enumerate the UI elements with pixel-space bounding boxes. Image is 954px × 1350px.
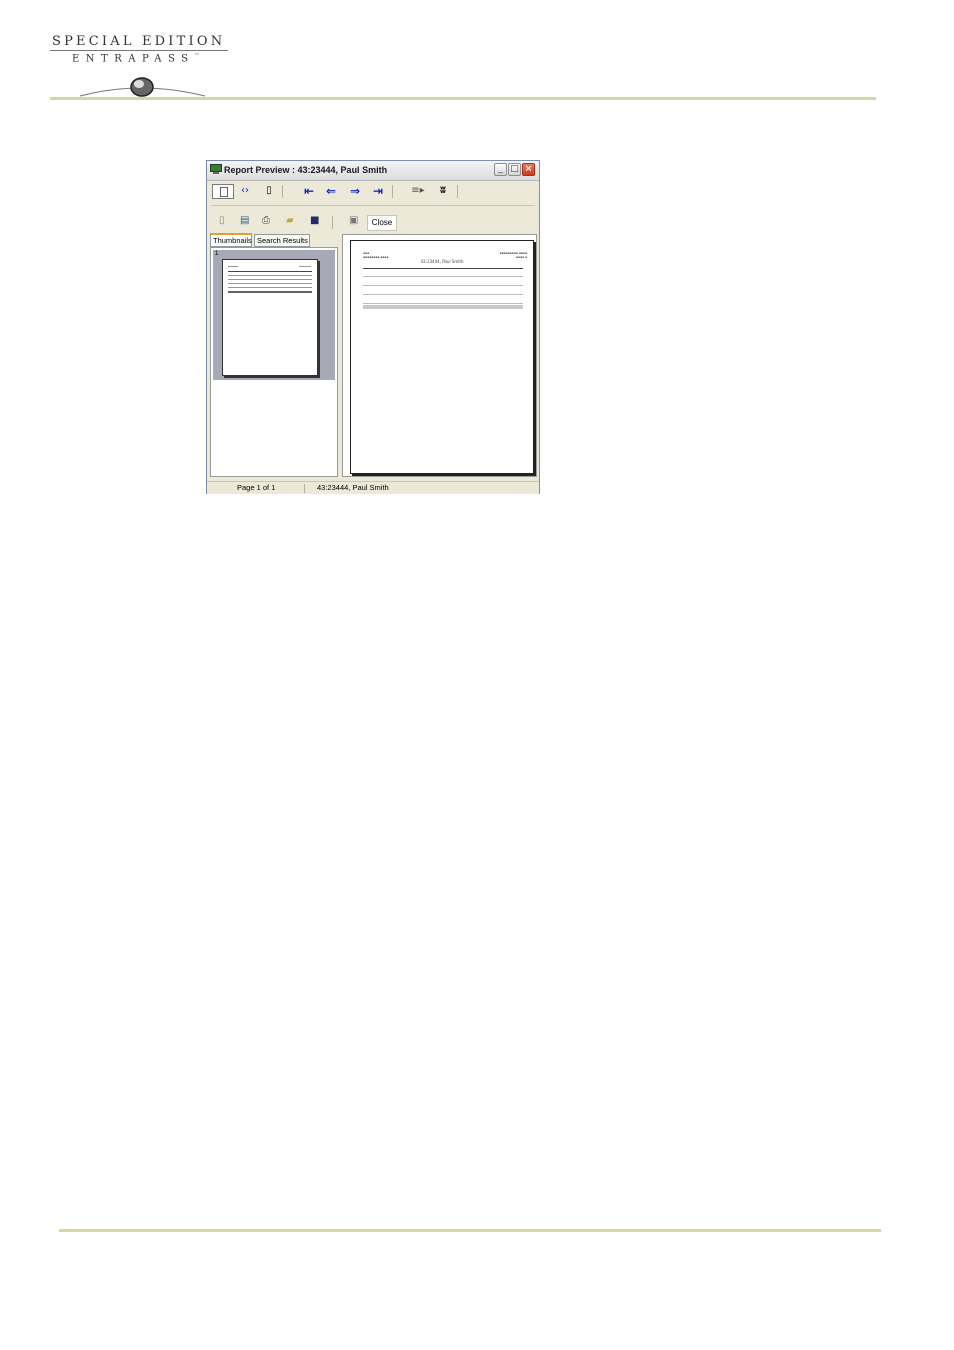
- report-title: 43:23444, Paul Smith: [420, 259, 464, 264]
- toolbar-separator: [282, 185, 283, 198]
- toolbar-separator: [332, 216, 333, 229]
- navigation-toolbar: ‹› ▯ ⇤ ⇐ ⇒ ⇥ ≡▸ ʬ: [211, 182, 536, 202]
- toolbar-separator: [392, 185, 393, 198]
- entrapass-logo: SPECIAL EDITION ENTRAPASS™: [50, 34, 240, 100]
- thumbnail-number: 1: [215, 251, 219, 257]
- status-divider: [304, 484, 305, 493]
- print-icon[interactable]: ⎙: [262, 216, 273, 226]
- single-page-view-button[interactable]: [212, 184, 234, 199]
- previous-page-icon[interactable]: ⇐: [324, 184, 338, 198]
- file-toolbar: ▯ ▤ ⎙ ▰ ■ ▣ Close: [211, 213, 536, 233]
- logo-rule: [50, 50, 228, 51]
- thumbnail-page[interactable]: [222, 259, 318, 376]
- find-binoculars-icon[interactable]: ʬ: [437, 184, 449, 198]
- maximize-button[interactable]: □: [508, 163, 521, 176]
- new-page-icon[interactable]: ▯: [219, 216, 230, 226]
- preview-pane: ▪▪▪ ▪▪▪▪▪▪▪▪ ▪▪▪▪ ▪▪▪▪▪▪▪▪▪ ▪▪▪▪ ▪▪▪▪ ▪ 43…: [342, 234, 537, 477]
- tab-search-results[interactable]: Search Results: [254, 234, 310, 247]
- report-header-rule: [363, 268, 523, 269]
- save-icon[interactable]: ■: [310, 216, 321, 226]
- report-row: [363, 276, 523, 277]
- report-header-left: ▪▪▪ ▪▪▪▪▪▪▪▪ ▪▪▪▪: [363, 251, 389, 259]
- title-bar[interactable]: Report Preview : 43:23444, Paul Smith _ …: [207, 161, 539, 181]
- toolbar-separator: [457, 185, 458, 198]
- report-header-right: ▪▪▪▪▪▪▪▪▪ ▪▪▪▪ ▪▪▪▪ ▪: [499, 251, 527, 259]
- report-page: ▪▪▪ ▪▪▪▪▪▪▪▪ ▪▪▪▪ ▪▪▪▪▪▪▪▪▪ ▪▪▪▪ ▪▪▪▪ ▪ 43…: [350, 240, 534, 474]
- thumbnail-selected[interactable]: 1: [213, 250, 335, 380]
- next-page-icon[interactable]: ⇒: [348, 184, 362, 198]
- status-bar: Page 1 of 1 43:23444, Paul Smith: [207, 481, 539, 494]
- page-width-icon[interactable]: ▯: [264, 184, 274, 198]
- close-button[interactable]: Close: [367, 215, 397, 231]
- report-row: [363, 285, 523, 286]
- header-rule: [50, 97, 876, 100]
- export-icon[interactable]: ▣: [349, 216, 360, 226]
- monitor-icon: [210, 164, 222, 174]
- brand-line1: SPECIAL EDITION: [52, 34, 226, 49]
- toolbar-divider: [211, 205, 535, 206]
- window-title: Report Preview : 43:23444, Paul Smith: [224, 165, 388, 175]
- two-page-view-icon[interactable]: ‹›: [238, 184, 252, 198]
- print-setup-icon[interactable]: ▤: [240, 216, 251, 226]
- report-preview-window: Report Preview : 43:23444, Paul Smith _ …: [206, 160, 540, 494]
- report-row: [363, 294, 523, 295]
- thumbnail-pane: Thumbnails Search Results 1: [210, 233, 338, 477]
- open-folder-icon[interactable]: ▰: [286, 216, 297, 226]
- status-report: 43:23444, Paul Smith: [317, 483, 389, 492]
- status-page: Page 1 of 1: [237, 483, 276, 492]
- tab-thumbnails[interactable]: Thumbnails: [210, 233, 252, 247]
- minimize-button[interactable]: _: [494, 163, 507, 176]
- go-to-page-icon[interactable]: ≡▸: [411, 184, 425, 198]
- last-page-icon[interactable]: ⇥: [371, 184, 385, 198]
- footer-rule: [59, 1229, 881, 1232]
- brand-line2: ENTRAPASS™: [72, 53, 200, 65]
- close-window-button[interactable]: ×: [522, 163, 535, 176]
- report-row: [363, 303, 523, 304]
- report-total-row: [363, 305, 523, 309]
- first-page-icon[interactable]: ⇤: [302, 184, 316, 198]
- thumbnails-panel: 1: [210, 247, 338, 477]
